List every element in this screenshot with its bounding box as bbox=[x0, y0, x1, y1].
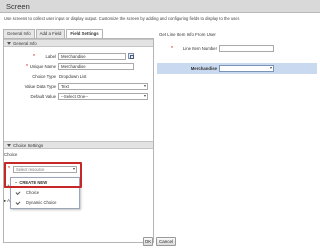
general-info-header-label: General Info bbox=[13, 41, 37, 46]
default-value-value: --Select One-- bbox=[61, 94, 88, 99]
default-value-label: Default Value bbox=[30, 94, 56, 99]
dropdown-option-label: Choice bbox=[26, 190, 40, 195]
line-item-number-label: Line Item Number bbox=[182, 46, 217, 51]
tab-bar: General Info Add a Field Field Settings bbox=[3, 29, 104, 38]
window-title: Screen bbox=[6, 2, 30, 11]
window-titlebar: Screen bbox=[0, 0, 320, 13]
merchandise-dropdown[interactable] bbox=[219, 65, 274, 72]
value-data-type-select[interactable]: Text bbox=[58, 83, 148, 90]
label-input[interactable]: Merchandise bbox=[58, 53, 126, 60]
dropdown-option-dynamic-choice[interactable]: Dynamic Choice bbox=[11, 198, 79, 207]
choice-label: Choice bbox=[4, 152, 18, 157]
dropdown-option-choice[interactable]: Choice bbox=[11, 188, 79, 197]
minus-icon: – bbox=[15, 180, 18, 185]
field-settings-panel: General Info * Label Merchandise * Uniqu… bbox=[3, 38, 154, 243]
dropdown-option-label: Dynamic Choice bbox=[26, 200, 57, 205]
resource-dropdown-list: – CREATE NEW Choice Dynamic Choice bbox=[10, 177, 80, 209]
cancel-button[interactable]: Cancel bbox=[156, 237, 176, 246]
ok-button[interactable]: OK bbox=[143, 237, 153, 246]
collapse-triangle-icon bbox=[7, 42, 11, 46]
unique-name-input[interactable]: Merchandise bbox=[58, 63, 134, 70]
required-marker: * bbox=[8, 166, 10, 172]
preview-screen-title: Get Line Item Info From User bbox=[159, 32, 216, 37]
choice-resource-placeholder: Select resource bbox=[16, 167, 45, 172]
screen-description: Use screens to collect user input or dis… bbox=[4, 16, 241, 21]
chevron-down-icon bbox=[73, 168, 75, 170]
default-value-select[interactable]: --Select One-- bbox=[58, 93, 148, 100]
screen-preview-panel: Get Line Item Info From User * Line Item… bbox=[157, 29, 317, 243]
choice-resource-select[interactable]: Select resource bbox=[13, 166, 77, 173]
tab-field-settings[interactable]: Field Settings bbox=[66, 29, 103, 38]
merge-field-icon[interactable] bbox=[128, 53, 134, 59]
label-field-label: Label bbox=[45, 54, 56, 59]
chevron-down-icon bbox=[144, 95, 146, 97]
create-new-label: CREATE NEW bbox=[19, 180, 48, 185]
choice-settings-header-label: Choice Settings bbox=[13, 143, 44, 148]
tab-add-field[interactable]: Add a Field bbox=[35, 29, 66, 38]
general-info-section-header[interactable]: General Info bbox=[4, 39, 153, 47]
choice-settings-section-header[interactable]: Choice Settings bbox=[4, 141, 153, 149]
collapse-triangle-icon bbox=[7, 144, 11, 148]
choice-type-label: Choice Type bbox=[32, 74, 56, 79]
chevron-down-icon bbox=[270, 67, 272, 69]
unique-name-label: Unique Name bbox=[29, 64, 56, 69]
choice-type-value: Dropdown List bbox=[59, 74, 87, 79]
chevron-down-icon bbox=[144, 85, 146, 87]
value-data-type-value: Text bbox=[61, 84, 69, 89]
tab-general-info[interactable]: General Info bbox=[3, 29, 35, 38]
merchandise-field-label: Merchandise bbox=[190, 66, 217, 71]
create-new-header: – CREATE NEW bbox=[11, 178, 79, 187]
line-item-number-input[interactable] bbox=[219, 45, 274, 52]
value-data-type-label: Value Data Type bbox=[24, 84, 56, 89]
